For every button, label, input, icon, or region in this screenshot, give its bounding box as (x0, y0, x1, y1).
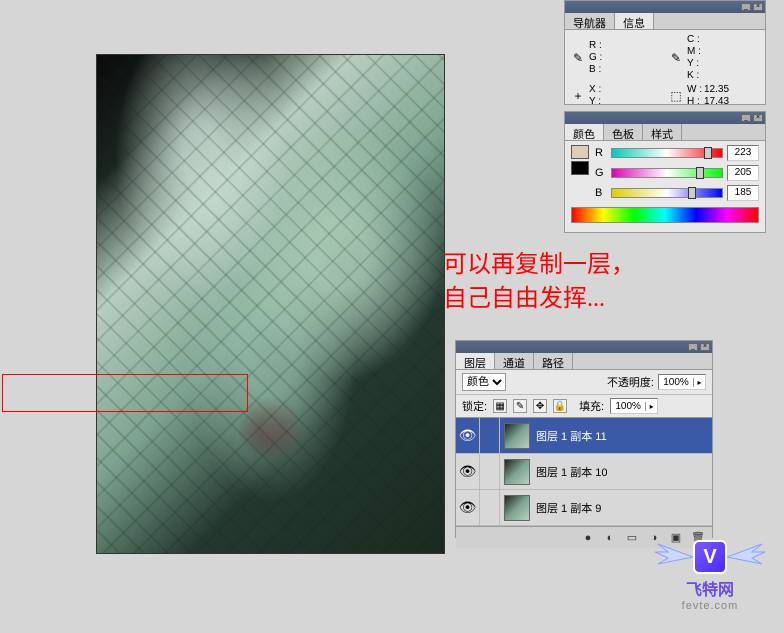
info-k-label: K : (687, 70, 701, 82)
opacity-label: 不透明度: (607, 374, 654, 390)
minimize-icon[interactable]: _ (688, 343, 698, 351)
panel-header: _ × (565, 1, 765, 13)
color-panel: _ × 颜色 色板 样式 R 223 G 205 B 185 (564, 111, 766, 233)
layer-thumbnail[interactable] (504, 459, 530, 485)
fill-label: 填充: (579, 398, 604, 414)
panel-header: _ × (456, 341, 712, 353)
info-g-label: G : (589, 52, 602, 64)
layer-name[interactable]: 图层 1 副本 9 (534, 500, 712, 516)
dimension-icon: ⬚ (669, 89, 683, 103)
slider-b-value[interactable]: 185 (727, 185, 759, 201)
opacity-input[interactable]: 100% ▸ (658, 374, 706, 390)
tab-swatches[interactable]: 色板 (604, 124, 643, 140)
watermark-brand: 飞特网 (650, 576, 770, 600)
layer-name[interactable]: 图层 1 副本 10 (534, 464, 712, 480)
opacity-value: 100% (659, 377, 693, 388)
minimize-icon[interactable]: _ (741, 3, 751, 11)
link-cell[interactable] (480, 418, 500, 454)
slider-b[interactable] (611, 188, 723, 198)
info-w-value: 12.35 (704, 84, 729, 96)
canvas-image[interactable] (96, 54, 445, 554)
slider-r-value[interactable]: 223 (727, 145, 759, 161)
watermark-url: fevte.com (650, 600, 770, 612)
fill-value: 100% (611, 401, 645, 412)
info-w-label: W : (687, 84, 702, 96)
annotation-line2: 自己自由发挥... (443, 282, 635, 316)
info-h-value: 17.43 (704, 96, 729, 108)
lock-brush-icon[interactable]: ✎ (513, 399, 527, 413)
close-icon[interactable]: × (753, 114, 763, 122)
lock-transparency-icon[interactable]: ▦ (493, 399, 507, 413)
layer-thumbnail[interactable] (504, 495, 530, 521)
slider-g-value[interactable]: 205 (727, 165, 759, 181)
slider-g-label: G (595, 167, 607, 179)
slider-g[interactable] (611, 168, 723, 178)
layer-row[interactable]: 👁 图层 1 副本 9 (456, 490, 712, 526)
layers-tabs: 图层 通道 路径 (456, 353, 712, 370)
visibility-icon[interactable]: 👁 (456, 418, 480, 454)
chevron-right-icon[interactable]: ▸ (693, 378, 705, 387)
fill-input[interactable]: 100% ▸ (610, 398, 658, 414)
layer-row[interactable]: 👁 图层 1 副本 11 (456, 418, 712, 454)
wing-right-icon (727, 542, 767, 572)
minimize-icon[interactable]: _ (741, 114, 751, 122)
slider-r-label: R (595, 147, 607, 159)
info-y-label: Y : (687, 58, 701, 70)
slider-b-label: B (595, 187, 607, 199)
annotation-text: 可以再复制一层， 自己自由发挥... (443, 248, 635, 316)
background-swatch[interactable] (571, 161, 589, 175)
eyedropper-icon: ✎ (571, 51, 585, 65)
foreground-swatch[interactable] (571, 145, 589, 159)
layer-name[interactable]: 图层 1 副本 11 (534, 428, 712, 444)
layer-row[interactable]: 👁 图层 1 副本 10 (456, 454, 712, 490)
new-group-icon[interactable]: ▭ (624, 530, 640, 546)
lock-label: 锁定: (462, 398, 487, 414)
info-panel: _ × 导航器 信息 ✎ R : G : B : ✎ C : M : Y : K… (564, 0, 766, 105)
tab-styles[interactable]: 样式 (643, 124, 682, 140)
layers-panel: _ × 图层 通道 路径 颜色 不透明度: 100% ▸ 锁定: ▦ ✎ ✥ 🔒… (455, 340, 713, 538)
layer-style-icon[interactable]: ● (580, 530, 596, 546)
visibility-icon[interactable]: 👁 (456, 490, 480, 526)
close-icon[interactable]: × (700, 343, 710, 351)
annotation-line1: 可以再复制一层， (443, 248, 635, 282)
info-tabs: 导航器 信息 (565, 13, 765, 30)
info-m-label: M : (687, 46, 701, 58)
visibility-icon[interactable]: 👁 (456, 454, 480, 490)
tab-layers[interactable]: 图层 (456, 353, 495, 369)
info-c-label: C : (687, 34, 701, 46)
close-icon[interactable]: × (753, 3, 763, 11)
info-b-label: B : (589, 64, 602, 76)
color-tabs: 颜色 色板 样式 (565, 124, 765, 141)
lock-move-icon[interactable]: ✥ (533, 399, 547, 413)
tab-channels[interactable]: 通道 (495, 353, 534, 369)
eyedropper-icon: ✎ (669, 51, 683, 65)
wing-left-icon (653, 542, 693, 572)
link-cell[interactable] (480, 454, 500, 490)
info-h-label: H : (687, 96, 702, 108)
slider-r[interactable] (611, 148, 723, 158)
crosshair-icon: + (571, 89, 585, 103)
watermark: V 飞特网 fevte.com (650, 540, 770, 612)
panel-header: _ × (565, 112, 765, 124)
tab-color[interactable]: 颜色 (565, 124, 604, 140)
layer-mask-icon[interactable]: ◐ (602, 530, 618, 546)
layer-list: 👁 图层 1 副本 11 👁 图层 1 副本 10 👁 图层 1 副本 9 (456, 418, 712, 526)
lock-all-icon[interactable]: 🔒 (553, 399, 567, 413)
layer-thumbnail[interactable] (504, 423, 530, 449)
chevron-right-icon[interactable]: ▸ (645, 402, 657, 411)
tab-navigator[interactable]: 导航器 (565, 13, 615, 29)
tab-info[interactable]: 信息 (615, 13, 654, 29)
spectrum-bar[interactable] (571, 207, 759, 223)
info-r-label: R : (589, 40, 602, 52)
link-cell[interactable] (480, 490, 500, 526)
info-x-label: X : (589, 84, 601, 96)
tab-paths[interactable]: 路径 (534, 353, 573, 369)
logo-badge: V (693, 540, 727, 574)
blend-mode-select[interactable]: 颜色 (462, 373, 506, 391)
info-y-label: Y : (589, 96, 601, 108)
